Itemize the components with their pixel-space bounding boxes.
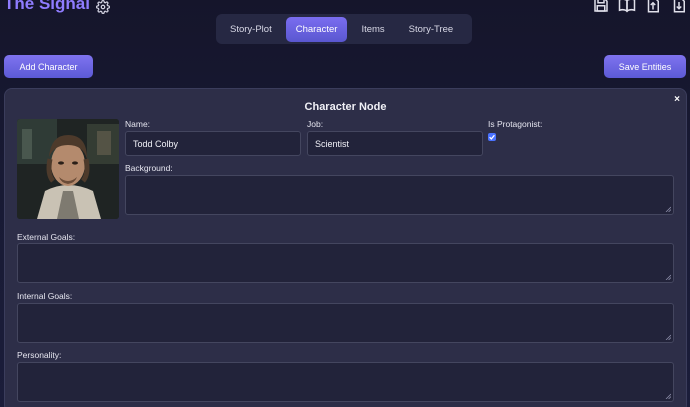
- external-goals-label: External Goals:: [17, 232, 76, 242]
- external-goals-textarea[interactable]: [17, 243, 674, 283]
- resize-grip-icon[interactable]: [665, 334, 671, 340]
- job-label: Job:: [307, 119, 324, 129]
- background-textarea[interactable]: [125, 175, 674, 215]
- personality-textarea[interactable]: [17, 362, 674, 402]
- add-character-button[interactable]: Add Character: [4, 55, 93, 78]
- job-field[interactable]: Scientist: [307, 131, 483, 156]
- resize-grip-icon[interactable]: [665, 274, 671, 280]
- save-entities-button[interactable]: Save Entities: [604, 55, 686, 78]
- internal-goals-label: Internal Goals:: [17, 291, 73, 301]
- background-label: Background:: [125, 163, 173, 173]
- internal-goals-textarea[interactable]: [17, 303, 674, 343]
- tab-character[interactable]: Character: [285, 16, 348, 42]
- name-label: Name:: [125, 119, 151, 129]
- import-icon[interactable]: [670, 0, 688, 14]
- gear-icon[interactable]: [96, 0, 110, 14]
- book-icon[interactable]: [618, 0, 636, 14]
- export-icon[interactable]: [644, 0, 662, 14]
- character-node-panel: Character Node × Name: Todd Colby Job: S…: [4, 88, 687, 407]
- app-header: The Signal: [4, 0, 110, 14]
- tab-items[interactable]: Items: [351, 17, 394, 42]
- close-icon[interactable]: ×: [674, 94, 680, 105]
- personality-label: Personality:: [17, 350, 62, 360]
- tab-bar: Story-Plot Character Items Story-Tree: [216, 14, 472, 44]
- resize-grip-icon[interactable]: [665, 206, 671, 212]
- tab-story-tree[interactable]: Story-Tree: [399, 17, 464, 42]
- name-field[interactable]: Todd Colby: [125, 131, 301, 156]
- protagonist-label: Is Protagonist:: [488, 119, 543, 129]
- character-portrait: [17, 119, 119, 219]
- tab-story-plot[interactable]: Story-Plot: [220, 17, 282, 42]
- checkmark-icon: [489, 134, 495, 140]
- panel-title: Character Node: [304, 101, 387, 113]
- top-toolbar: [592, 0, 688, 14]
- save-icon[interactable]: [592, 0, 610, 14]
- resize-grip-icon[interactable]: [665, 393, 671, 399]
- app-title: The Signal: [4, 0, 90, 13]
- protagonist-checkbox[interactable]: [488, 133, 496, 141]
